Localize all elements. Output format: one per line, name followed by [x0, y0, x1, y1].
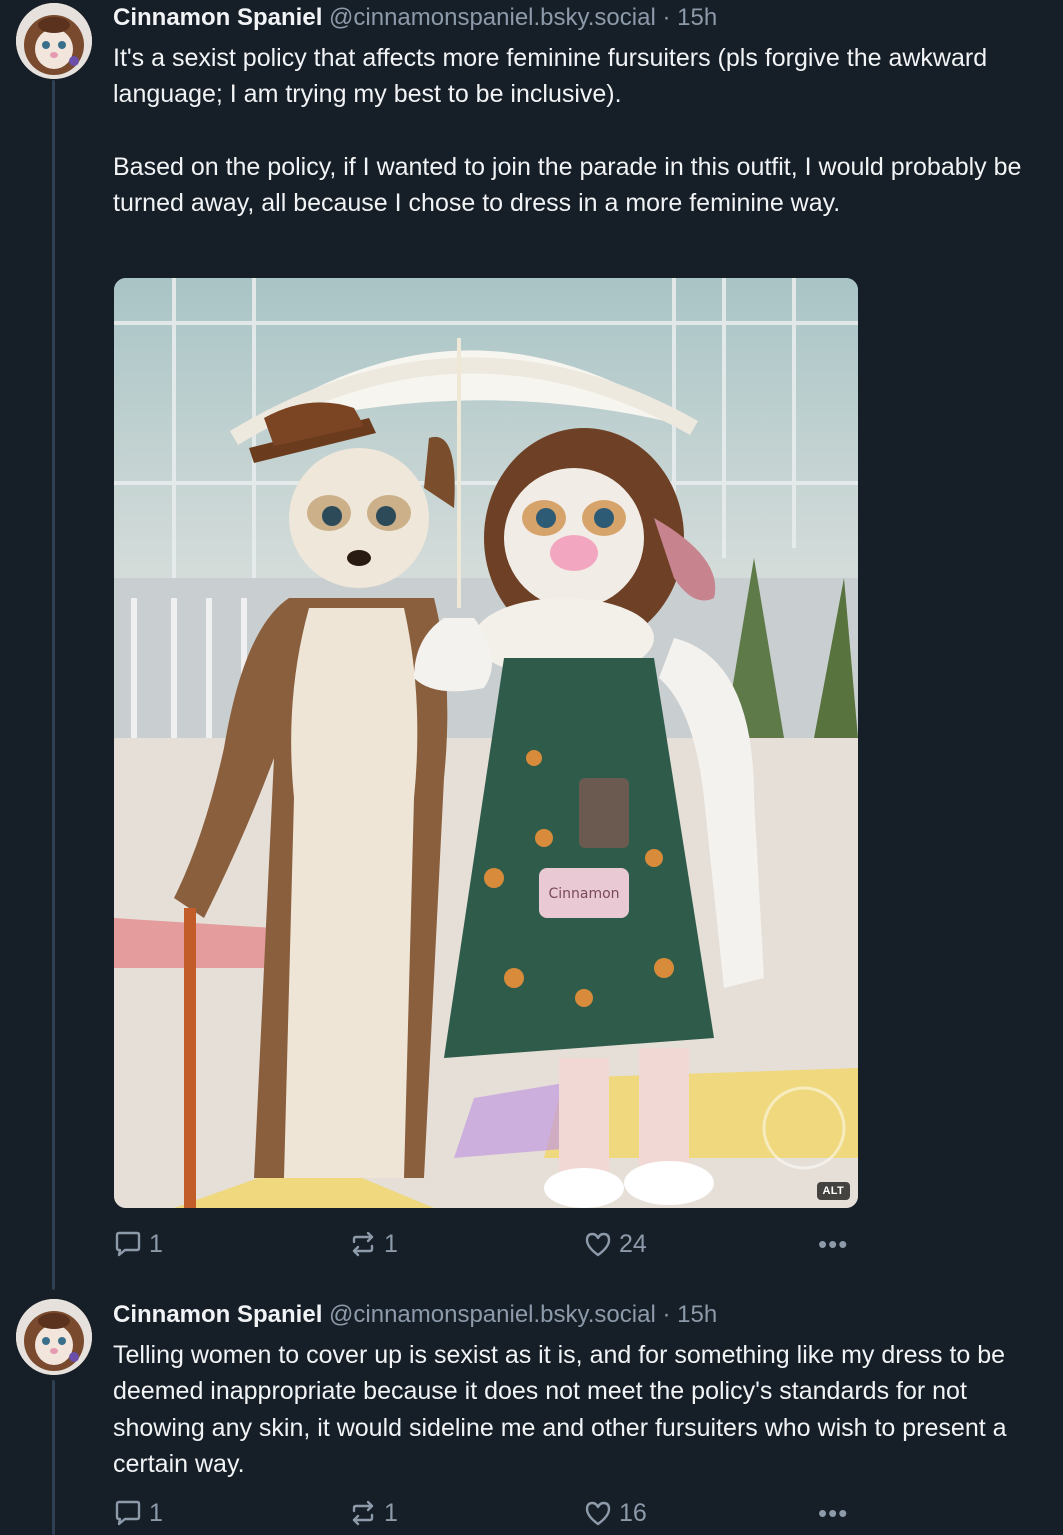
post-paragraph: Telling women to cover up is sexist as i…: [113, 1341, 1007, 1478]
author-handle[interactable]: @cinnamonspaniel.bsky.social: [329, 1301, 656, 1328]
post-timestamp[interactable]: 15h: [677, 4, 717, 31]
like-count: 24: [619, 1229, 647, 1258]
thread-line: [52, 1380, 55, 1535]
more-options-icon[interactable]: •••: [818, 1495, 848, 1531]
repost-count: 1: [384, 1498, 398, 1527]
like-button[interactable]: 24: [583, 1226, 647, 1262]
heart-icon: [583, 1498, 613, 1528]
repost-count: 1: [384, 1229, 398, 1258]
speech-bubble-icon: [113, 1498, 143, 1528]
author-display-name[interactable]: Cinnamon Spaniel: [113, 4, 322, 31]
reply-count: 1: [149, 1229, 163, 1258]
post-paragraph: Based on the policy, if I wanted to join…: [113, 152, 1022, 217]
post-actions: 1 1 24 •••: [113, 1226, 873, 1262]
repost-button[interactable]: 1: [348, 1495, 398, 1531]
more-options-icon[interactable]: •••: [818, 1226, 848, 1262]
post-1[interactable]: Cinnamon Spaniel @cinnamonspaniel.bsky.s…: [0, 0, 1063, 1290]
post-header: Cinnamon Spaniel @cinnamonspaniel.bsky.s…: [113, 1299, 717, 1331]
repost-button[interactable]: 1: [348, 1226, 398, 1262]
author-handle[interactable]: @cinnamonspaniel.bsky.social: [329, 4, 656, 31]
avatar[interactable]: [16, 1299, 92, 1375]
repost-arrows-icon: [348, 1498, 378, 1528]
post-paragraph: It's a sexist policy that affects more f…: [113, 44, 988, 109]
author-display-name[interactable]: Cinnamon Spaniel: [113, 1301, 322, 1328]
post-text: It's a sexist policy that affects more f…: [113, 40, 1023, 221]
post-2[interactable]: Cinnamon Spaniel @cinnamonspaniel.bsky.s…: [0, 1290, 1063, 1535]
thread-line: [52, 80, 55, 1290]
repost-arrows-icon: [348, 1229, 378, 1259]
reply-button[interactable]: 1: [113, 1226, 163, 1262]
badge-text: Cinnamon: [548, 886, 619, 902]
reply-button[interactable]: 1: [113, 1495, 163, 1531]
alt-text-badge[interactable]: ALT: [816, 1182, 850, 1200]
post-image[interactable]: Cinnamon ALT: [114, 278, 858, 1208]
separator-dot: ·: [662, 1301, 671, 1328]
avatar[interactable]: [16, 3, 92, 79]
like-button[interactable]: 16: [583, 1495, 647, 1531]
reply-count: 1: [149, 1498, 163, 1527]
like-count: 16: [619, 1498, 647, 1527]
post-actions: 1 1 16 •••: [113, 1495, 873, 1531]
post-header: Cinnamon Spaniel @cinnamonspaniel.bsky.s…: [113, 2, 717, 34]
speech-bubble-icon: [113, 1229, 143, 1259]
heart-icon: [583, 1229, 613, 1259]
fursuit-photo-illustration: Cinnamon: [114, 278, 858, 1208]
separator-dot: ·: [662, 4, 671, 31]
post-timestamp[interactable]: 15h: [677, 1301, 717, 1328]
post-text: Telling women to cover up is sexist as i…: [113, 1337, 1023, 1482]
